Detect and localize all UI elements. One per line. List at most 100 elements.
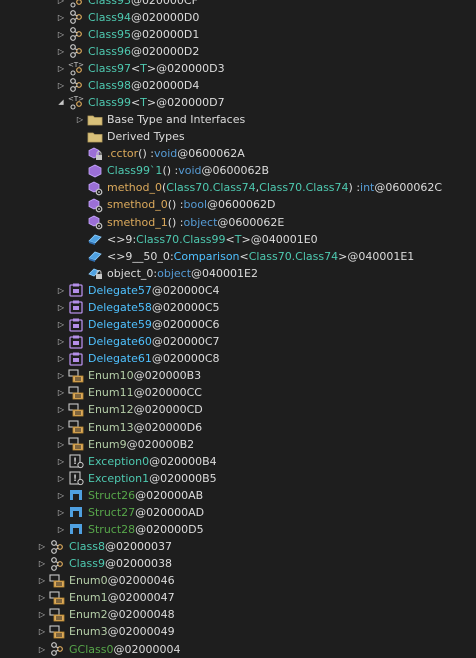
tree-node[interactable]: smethod_1() : object @0600062E (74, 214, 284, 231)
tree-node[interactable]: ▷ Struct26 @020000AB (55, 487, 203, 504)
tree-node[interactable]: ▷ Struct28 @020000D5 (55, 521, 204, 538)
expand-arrow-icon[interactable]: ▷ (36, 641, 48, 658)
label-part: Struct28 (88, 522, 136, 536)
tree-node[interactable]: ▷ GClass0 @02000004 (36, 641, 180, 658)
tree-node[interactable]: ▷ Class9 @02000038 (36, 555, 172, 572)
tree-node[interactable]: ◢ <T> Class99 < T > @020000D7 (55, 94, 225, 111)
expand-arrow-icon[interactable]: ▷ (55, 453, 67, 470)
expand-arrow-icon[interactable]: ▷ (36, 606, 48, 623)
expand-arrow-icon[interactable]: ▷ (36, 623, 48, 640)
expand-arrow-icon[interactable]: ▷ (55, 521, 67, 538)
label-part: object_0 (107, 266, 154, 280)
expand-arrow-icon[interactable]: ▷ (55, 282, 67, 299)
label-part: Delegate57 (88, 283, 152, 297)
tree-node[interactable]: ▷ Enum2 @02000048 (36, 606, 175, 623)
tree-node[interactable]: ▷ Base Type and Interfaces (74, 111, 245, 128)
tree-node[interactable]: ▷ Enum13 @020000D6 (55, 419, 202, 436)
tree-node-label: Class98 @020000D4 (88, 77, 199, 94)
expand-arrow-icon[interactable]: ▷ (55, 384, 67, 401)
expand-arrow-icon[interactable]: ▷ (55, 333, 67, 350)
class-icon (48, 538, 66, 555)
expand-arrow-icon[interactable]: ▷ (36, 589, 48, 606)
label-part: @020000D2 (130, 44, 200, 58)
expand-arrow-icon[interactable]: ▷ (55, 26, 67, 43)
expand-arrow-icon[interactable]: ▷ (55, 316, 67, 333)
tree-node[interactable]: ▷ Enum9 @020000B2 (55, 436, 194, 453)
tree-node[interactable]: ▷ Delegate59 @020000C6 (55, 316, 220, 333)
expand-arrow-icon[interactable]: ▷ (55, 470, 67, 487)
field-icon (86, 248, 104, 265)
expand-arrow-icon[interactable]: ▷ (36, 572, 48, 589)
tree-node[interactable]: method_0(Class70.Class74, Class70.Class7… (74, 179, 442, 196)
tree-node[interactable]: ▷ Delegate58 @020000C5 (55, 299, 220, 316)
tree-node[interactable]: ▷ Class96 @020000D2 (55, 43, 199, 60)
class-icon (67, 43, 85, 60)
label-part: () : (138, 147, 154, 161)
label-part: Comparison (173, 249, 240, 263)
label-part: @040001E1 (347, 249, 415, 263)
expand-arrow-icon[interactable]: ▷ (74, 111, 86, 128)
expand-arrow-icon[interactable]: ▷ (55, 504, 67, 521)
label-part: @0600062B (201, 164, 270, 178)
delegate-icon (67, 316, 85, 333)
expand-arrow-icon[interactable]: ▷ (55, 401, 67, 418)
tree-node[interactable]: ▷! Exception0 @020000B4 (55, 453, 217, 470)
tree-node[interactable]: ▷ Enum11 @020000CC (55, 384, 202, 401)
struct-icon (67, 504, 85, 521)
tree-node[interactable]: ▷<T>Class93 @020000CF (55, 0, 198, 9)
expand-arrow-icon[interactable]: ▷ (55, 60, 67, 77)
class-icon (48, 555, 66, 572)
enum-icon (48, 623, 66, 640)
tree-node[interactable]: ▷ Struct27 @020000AD (55, 504, 204, 521)
expand-arrow-icon[interactable]: ▷ (55, 43, 67, 60)
tree-node[interactable]: ▷ <T> Class97 < T > @020000D3 (55, 60, 225, 77)
tree-node[interactable]: ▷ Delegate57 @020000C4 (55, 282, 220, 299)
expand-arrow-icon[interactable]: ▷ (55, 367, 67, 384)
generic-class-icon: <T> (67, 60, 85, 77)
expand-arrow-icon[interactable]: ▷ (36, 555, 48, 572)
label-part: @020000D7 (156, 95, 225, 109)
expand-arrow-icon[interactable]: ▷ (55, 487, 67, 504)
expand-arrow-icon[interactable]: ▷ (55, 77, 67, 94)
tree-node[interactable]: Derived Types (74, 128, 185, 145)
expand-arrow-icon[interactable]: ▷ (55, 419, 67, 436)
enum-icon (67, 401, 85, 418)
tree-node[interactable]: ▷ Delegate61 @020000C8 (55, 350, 220, 367)
tree-node[interactable]: smethod_0() : bool @0600062D (74, 196, 275, 213)
tree-node[interactable]: .cctor() : void @0600062A (74, 145, 245, 162)
tree-node[interactable]: ▷ Delegate60 @020000C7 (55, 333, 220, 350)
tree-node[interactable]: object_0 : object @040001E2 (74, 265, 258, 282)
expand-arrow-icon[interactable]: ▷ (55, 299, 67, 316)
expand-arrow-icon[interactable]: ▷ (36, 538, 48, 555)
expand-arrow-icon[interactable]: ▷ (55, 9, 67, 26)
tree-node[interactable]: ▷ Class98 @020000D4 (55, 77, 199, 94)
tree-node-label: Class96 @020000D2 (88, 43, 199, 60)
tree-node[interactable]: ▷! Exception1 @020000B5 (55, 470, 217, 487)
tree-node[interactable]: ▷ Class8 @02000037 (36, 538, 172, 555)
label-part: @02000049 (107, 625, 175, 639)
tree-node[interactable]: ▷ Enum3 @02000049 (36, 623, 175, 640)
tree-node[interactable]: ▷ Enum10 @020000B3 (55, 367, 201, 384)
label-part: @040001E2 (191, 266, 258, 280)
tree-node[interactable]: ▷ Enum1 @02000047 (36, 589, 175, 606)
label-part: @020000D5 (135, 522, 204, 536)
expand-arrow-icon[interactable]: ▷ (55, 436, 67, 453)
label-part: Delegate61 (88, 352, 152, 366)
tree-node[interactable]: Class99`1() : void @0600062B (74, 162, 269, 179)
tree-node-label: Enum11 @020000CC (88, 384, 202, 401)
expand-arrow-icon[interactable]: ▷ (55, 350, 67, 367)
tree-node[interactable]: <>9 : Class70.Class99 < T > @040001E0 (74, 231, 318, 248)
tree-node[interactable]: ▷ Class94 @020000D0 (55, 9, 199, 26)
tree-node[interactable]: ▷ Enum0 @02000046 (36, 572, 175, 589)
class-icon (48, 641, 66, 658)
tree-node[interactable]: <>9__50_0 : Comparison < Class70.Class74 > … (74, 248, 414, 265)
tree-node[interactable]: ▷ Enum12 @020000CD (55, 401, 203, 418)
tree-node[interactable]: ▷ Class95 @020000D1 (55, 26, 199, 43)
expand-arrow-icon[interactable]: ▷ (55, 0, 67, 9)
label-part: Class95 (88, 27, 131, 41)
collapse-arrow-icon[interactable]: ◢ (55, 94, 67, 111)
tree-node-label: Delegate57 @020000C4 (88, 282, 220, 299)
